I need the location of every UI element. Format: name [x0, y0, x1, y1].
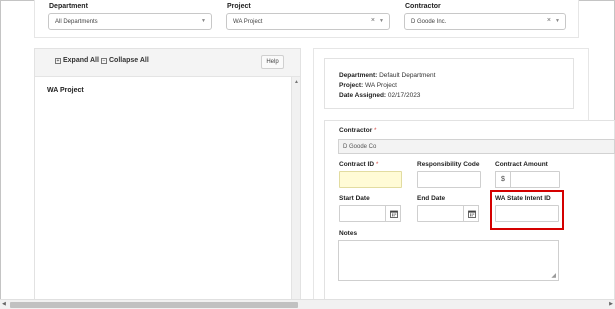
resize-grip-icon[interactable]: ◢: [551, 272, 556, 279]
chevron-down-icon: ▼: [379, 18, 384, 24]
tree-panel: + Expand All − Collapse All Help WA Projec…: [34, 48, 301, 302]
department-select[interactable]: All Departments ▼: [48, 13, 212, 30]
help-button[interactable]: Help: [261, 55, 284, 69]
chevron-down-icon: ▼: [201, 18, 206, 24]
contract-id-label-text: Contract ID: [339, 161, 375, 168]
start-date-label: Start Date: [339, 195, 370, 202]
start-date-input[interactable]: [339, 205, 387, 222]
notes-label: Notes: [339, 230, 358, 237]
collapse-icon: −: [101, 58, 107, 64]
contract-id-input[interactable]: [339, 171, 402, 188]
info-department-label: Department:: [339, 72, 378, 79]
collapse-all-label: Collapse All: [109, 57, 149, 64]
department-select-value: All Departments: [55, 19, 98, 25]
contract-amount-label: Contract Amount: [495, 161, 548, 168]
scrollbar-thumb[interactable]: [10, 302, 298, 308]
contractor-filter-label: Contractor: [405, 3, 441, 10]
info-department-value: Default Department: [379, 72, 436, 79]
contract-id-label: Contract ID *: [339, 161, 378, 168]
clear-project-icon[interactable]: ×: [371, 17, 375, 24]
responsibility-code-label: Responsibility Code: [417, 161, 480, 168]
currency-addon: $: [495, 171, 511, 188]
info-date-label: Date Assigned:: [339, 92, 387, 99]
required-marker: *: [374, 127, 377, 134]
project-filter-label: Project: [227, 3, 251, 10]
highlight-box: [490, 190, 564, 230]
info-department: Department: Default Department: [339, 72, 435, 79]
tree-scrollbar[interactable]: ▲: [291, 77, 300, 301]
scroll-left-icon[interactable]: ◀: [2, 301, 6, 307]
info-project-value: WA Project: [365, 82, 397, 89]
info-date-value: 02/17/2023: [387, 92, 421, 99]
contractor-field[interactable]: D Goode Co: [338, 139, 615, 154]
contractor-filter-select[interactable]: D Goode Inc. × ▼: [404, 13, 566, 30]
start-date-calendar-button[interactable]: [385, 205, 401, 222]
notes-textarea[interactable]: ◢: [338, 240, 559, 281]
info-project: Project: WA Project: [339, 82, 397, 89]
info-date: Date Assigned: 02/17/2023: [339, 92, 420, 99]
required-marker: *: [375, 161, 379, 168]
contractor-field-label: Contractor *: [339, 127, 377, 134]
contractor-label-text: Contractor: [339, 127, 373, 134]
project-select[interactable]: WA Project × ▼: [226, 13, 390, 30]
end-date-calendar-button[interactable]: [463, 205, 479, 222]
info-project-label: Project:: [339, 82, 364, 89]
scroll-right-icon[interactable]: ▶: [609, 301, 613, 307]
contractor-filter-value: D Goode Inc.: [411, 19, 447, 25]
project-select-value: WA Project: [233, 19, 263, 25]
clear-contractor-icon[interactable]: ×: [547, 17, 551, 24]
collapse-all-button[interactable]: − Collapse All: [101, 57, 149, 64]
expand-icon: +: [55, 58, 61, 64]
expand-all-button[interactable]: + Expand All: [55, 57, 99, 64]
contract-amount-input[interactable]: [510, 171, 560, 188]
end-date-label: End Date: [417, 195, 446, 202]
tree-node-wa-project[interactable]: WA Project: [47, 87, 84, 94]
end-date-input[interactable]: [417, 205, 465, 222]
calendar-icon: [390, 210, 398, 218]
chevron-down-icon: ▼: [555, 18, 560, 24]
scroll-up-icon[interactable]: ▲: [294, 79, 299, 85]
department-filter-label: Department: [49, 3, 88, 10]
expand-all-label: Expand All: [63, 57, 99, 64]
responsibility-code-input[interactable]: [417, 171, 481, 188]
tree-toolbar: + Expand All − Collapse All Help: [35, 49, 300, 77]
assignment-info: Department: Default Department Project: …: [324, 58, 574, 109]
horizontal-scrollbar[interactable]: ◀ ▶: [0, 299, 615, 309]
calendar-icon: [468, 210, 476, 218]
